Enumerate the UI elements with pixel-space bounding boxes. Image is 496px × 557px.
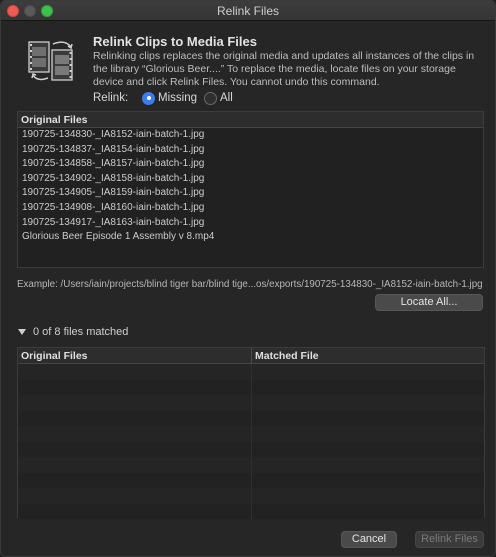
empty-row — [18, 426, 484, 442]
relink-files-button[interactable]: Relink Files — [415, 531, 484, 548]
radio-label: Missing — [158, 92, 197, 104]
title-bar[interactable]: Relink Files — [1, 1, 495, 21]
empty-row — [18, 457, 484, 473]
original-files-table[interactable]: Original Files 190725-134830-_IA8152-iai… — [17, 111, 484, 268]
radio-selected-indicator[interactable] — [142, 91, 155, 105]
column-header-matched-file[interactable]: Matched File — [252, 348, 322, 363]
empty-row — [18, 379, 484, 395]
empty-row — [18, 488, 484, 504]
cancel-button[interactable]: Cancel — [341, 531, 397, 548]
matched-files-list — [18, 364, 484, 519]
relink-all-radio[interactable]: All — [203, 91, 233, 105]
table-row[interactable]: 190725-134902-_IA8158-iain-batch-1.jpg — [18, 172, 483, 187]
matched-files-table[interactable]: Original Files Matched File — [17, 347, 485, 519]
table-row[interactable]: 190725-134917-_IA8163-iain-batch-1.jpg — [18, 216, 483, 231]
empty-row — [18, 503, 484, 519]
matched-disclosure[interactable]: 0 of 8 files matched — [17, 326, 128, 338]
table-row[interactable]: 190725-134858-_IA8157-iain-batch-1.jpg — [18, 157, 483, 172]
dialog-heading: Relink Clips to Media Files — [93, 34, 257, 49]
relink-mode-group: Relink: Missing All — [93, 90, 240, 106]
table-header: Original Files Matched File — [18, 348, 484, 364]
empty-row — [18, 410, 484, 426]
empty-row — [18, 395, 484, 411]
relink-label: Relink: — [93, 92, 129, 104]
window-title: Relink Files — [216, 4, 279, 18]
empty-row — [18, 364, 484, 380]
column-header-original-files[interactable]: Original Files — [18, 348, 252, 363]
radio-unselected-indicator[interactable] — [203, 91, 217, 105]
dialog-description: Relinking clips replaces the original me… — [93, 50, 475, 88]
locate-all-button[interactable]: Locate All... — [375, 294, 483, 311]
relink-files-window: Relink Files Relink Clips to Media Files… — [0, 0, 496, 557]
table-row[interactable]: 190725-134908-_IA8160-iain-batch-1.jpg — [18, 201, 483, 216]
table-row[interactable]: 190725-134837-_IA8154-iain-batch-1.jpg — [18, 143, 483, 158]
matched-summary: 0 of 8 files matched — [33, 326, 129, 338]
example-path: Example: /Users/iain/projects/blind tige… — [17, 279, 483, 290]
radio-label: All — [219, 92, 233, 104]
empty-row — [18, 441, 484, 457]
relink-film-icon — [28, 41, 73, 81]
table-row[interactable]: 190725-134905-_IA8159-iain-batch-1.jpg — [18, 186, 483, 201]
table-header: Original Files — [18, 112, 483, 128]
table-row[interactable]: Glorious Beer Episode 1 Assembly v 8.mp4 — [18, 230, 483, 245]
empty-row — [18, 472, 484, 488]
disclosure-triangle-icon[interactable] — [18, 329, 26, 335]
original-files-list: 190725-134830-_IA8152-iain-batch-1.jpg 1… — [18, 128, 483, 245]
relink-missing-radio[interactable]: Missing — [142, 91, 197, 105]
column-header-original-files[interactable]: Original Files — [18, 112, 91, 127]
table-row[interactable]: 190725-134830-_IA8152-iain-batch-1.jpg — [18, 128, 483, 143]
